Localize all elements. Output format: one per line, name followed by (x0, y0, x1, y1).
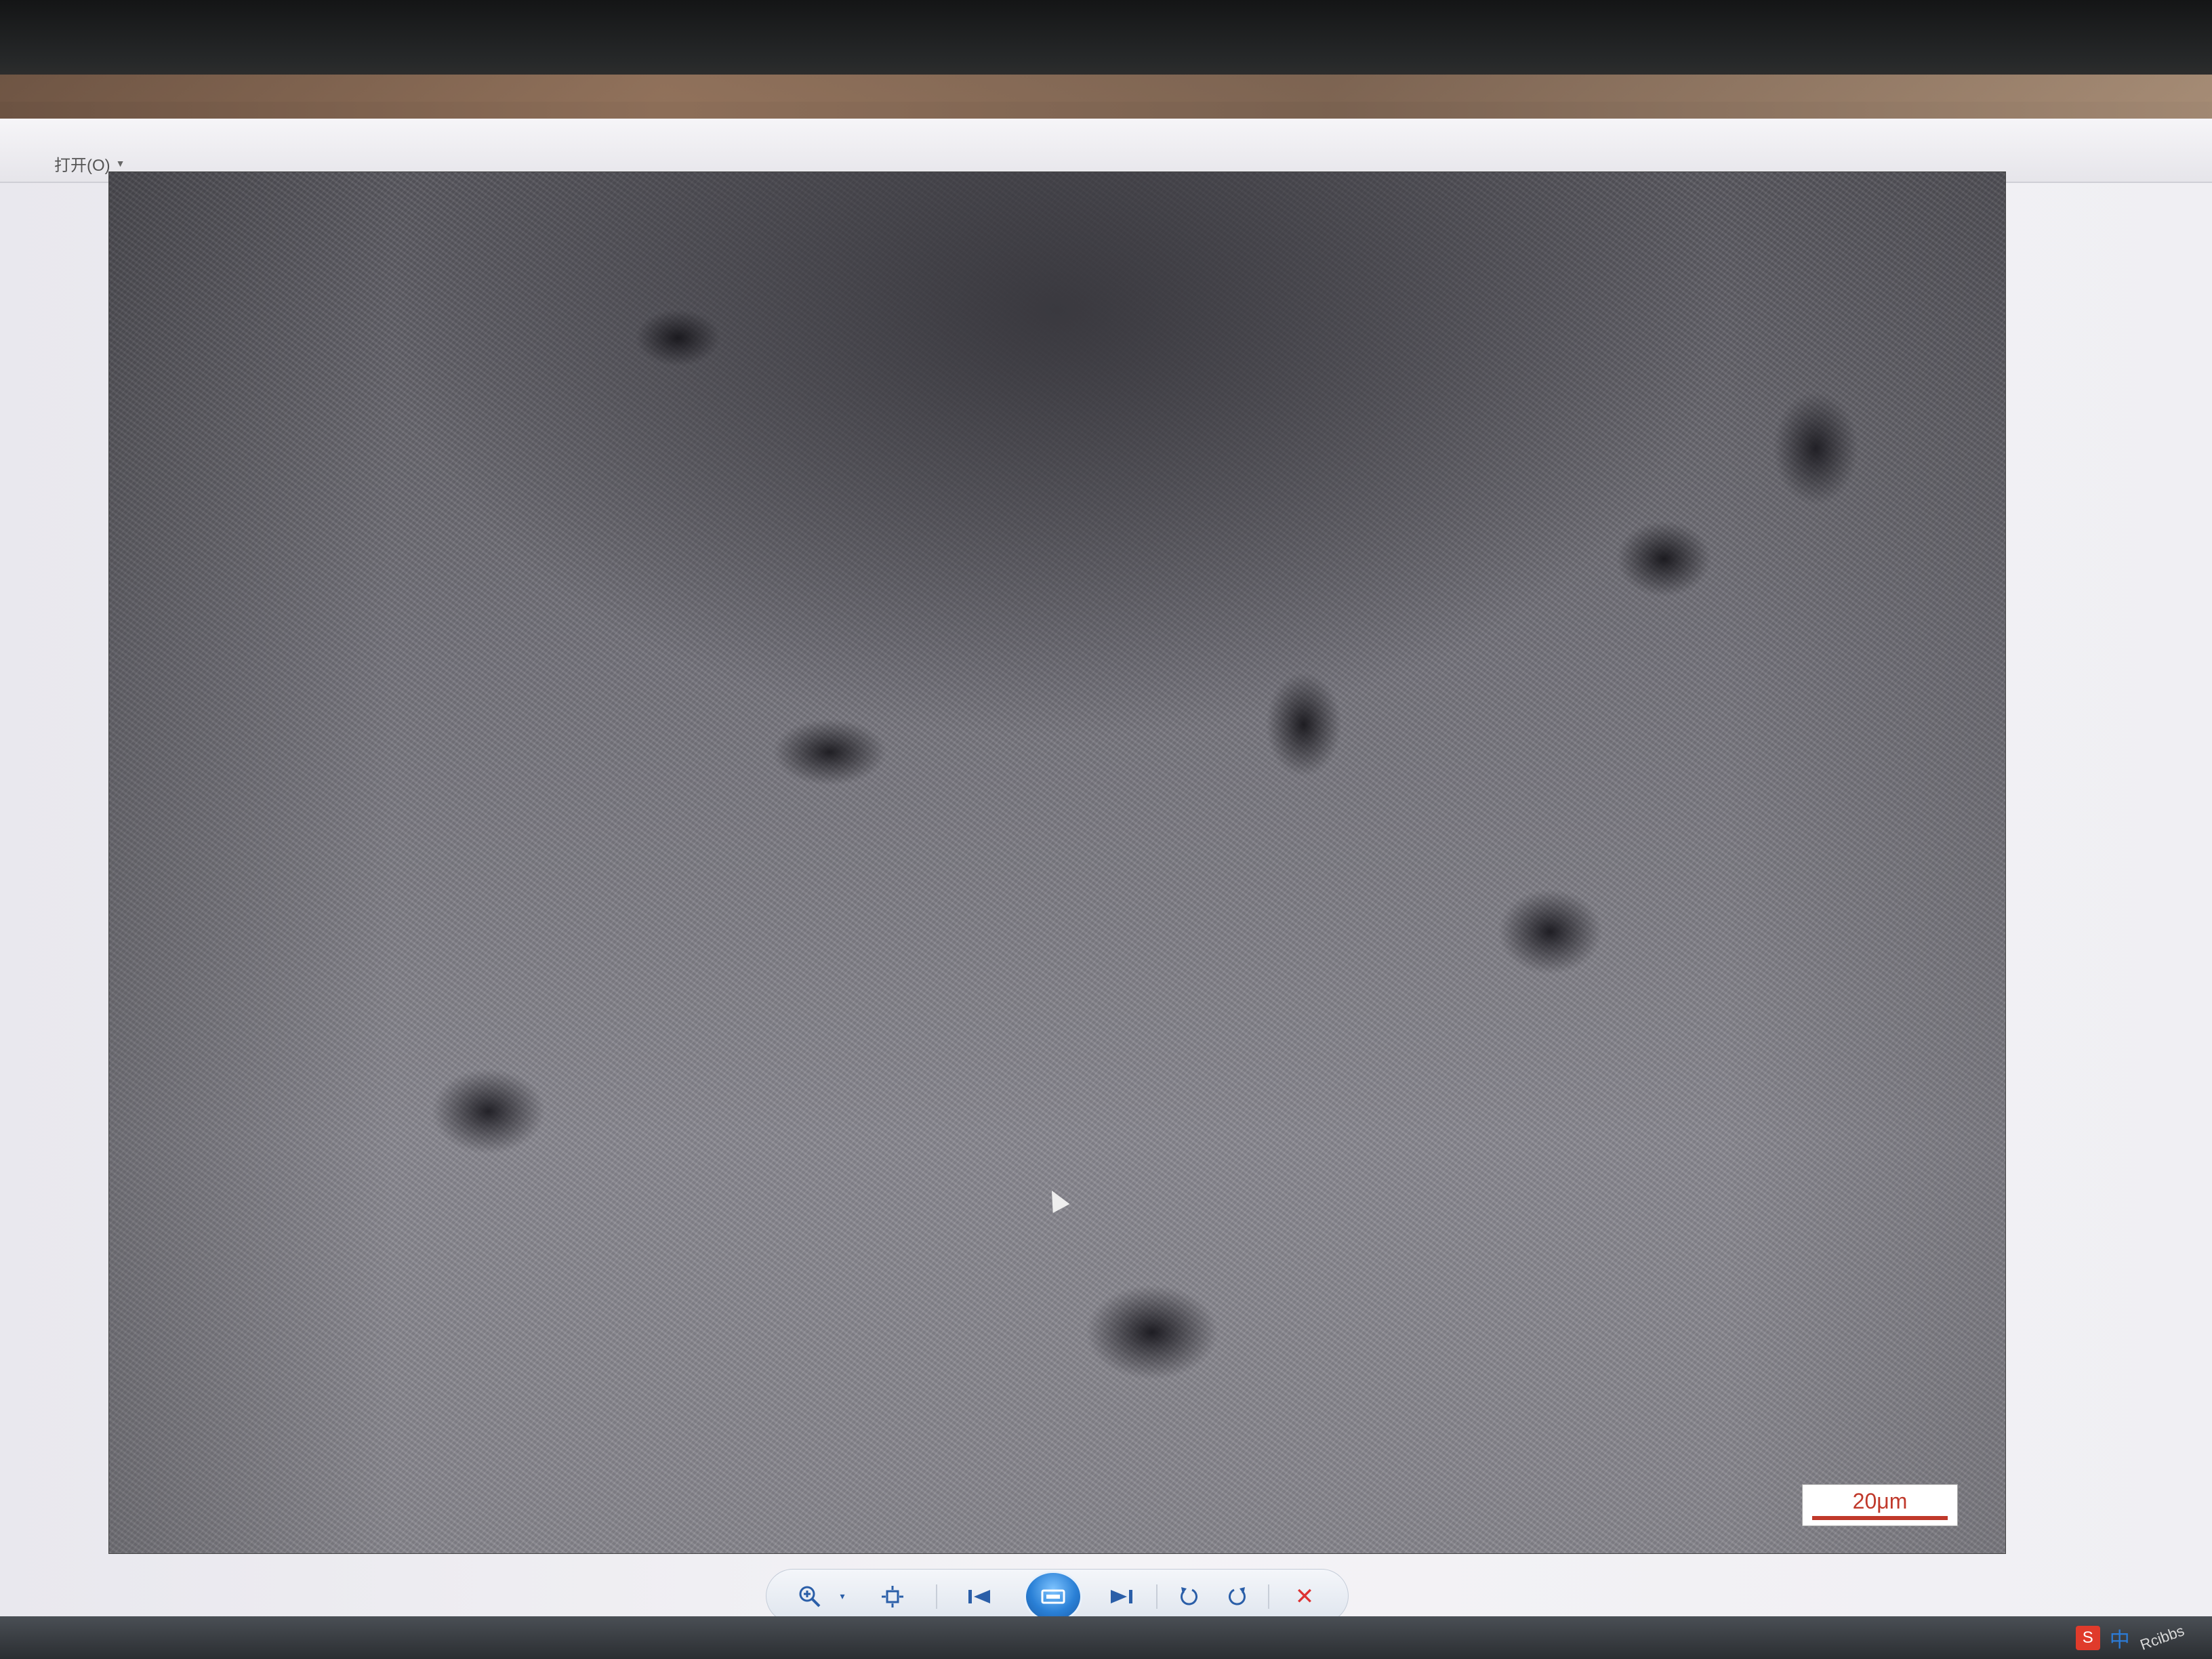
previous-icon[interactable] (963, 1580, 996, 1613)
rotate-left-icon[interactable] (1173, 1580, 1206, 1613)
system-tray: S 中 Rcibbs (2075, 1622, 2187, 1654)
micrograph-image: 20μm (108, 171, 2006, 1554)
image-vignette (109, 172, 2005, 1553)
zoom-icon[interactable] (794, 1580, 826, 1613)
chevron-down-icon: ▼ (115, 158, 125, 169)
toolbar-divider (1156, 1584, 1158, 1609)
zoom-dropdown-icon[interactable]: ▾ (826, 1580, 859, 1613)
scale-bar-label: 20μm (1852, 1489, 1908, 1513)
rotate-right-icon[interactable] (1221, 1580, 1253, 1613)
fit-window-icon[interactable] (876, 1580, 909, 1613)
ime-logo-icon[interactable]: S (2075, 1626, 2100, 1650)
scale-bar: 20μm (1802, 1484, 1958, 1526)
menu-open-label: 打开(O) (54, 156, 110, 175)
viewer-toolbar: ▾ ✕ (766, 1569, 1349, 1623)
ime-mode-toggle[interactable]: 中 (2110, 1623, 2130, 1653)
next-icon[interactable] (1105, 1580, 1138, 1613)
scale-bar-line (1812, 1516, 1948, 1520)
toolbar-divider (936, 1584, 937, 1609)
taskbar: S 中 Rcibbs (0, 1616, 2212, 1659)
watermark-text: Rcibbs (2137, 1622, 2187, 1654)
photo-viewer-window: 打开(O) ▼ 20μm ▾ ✕ (0, 119, 2212, 1630)
toolbar-divider (1268, 1584, 1269, 1609)
slideshow-icon[interactable] (1024, 1571, 1082, 1622)
delete-icon[interactable]: ✕ (1288, 1580, 1321, 1613)
